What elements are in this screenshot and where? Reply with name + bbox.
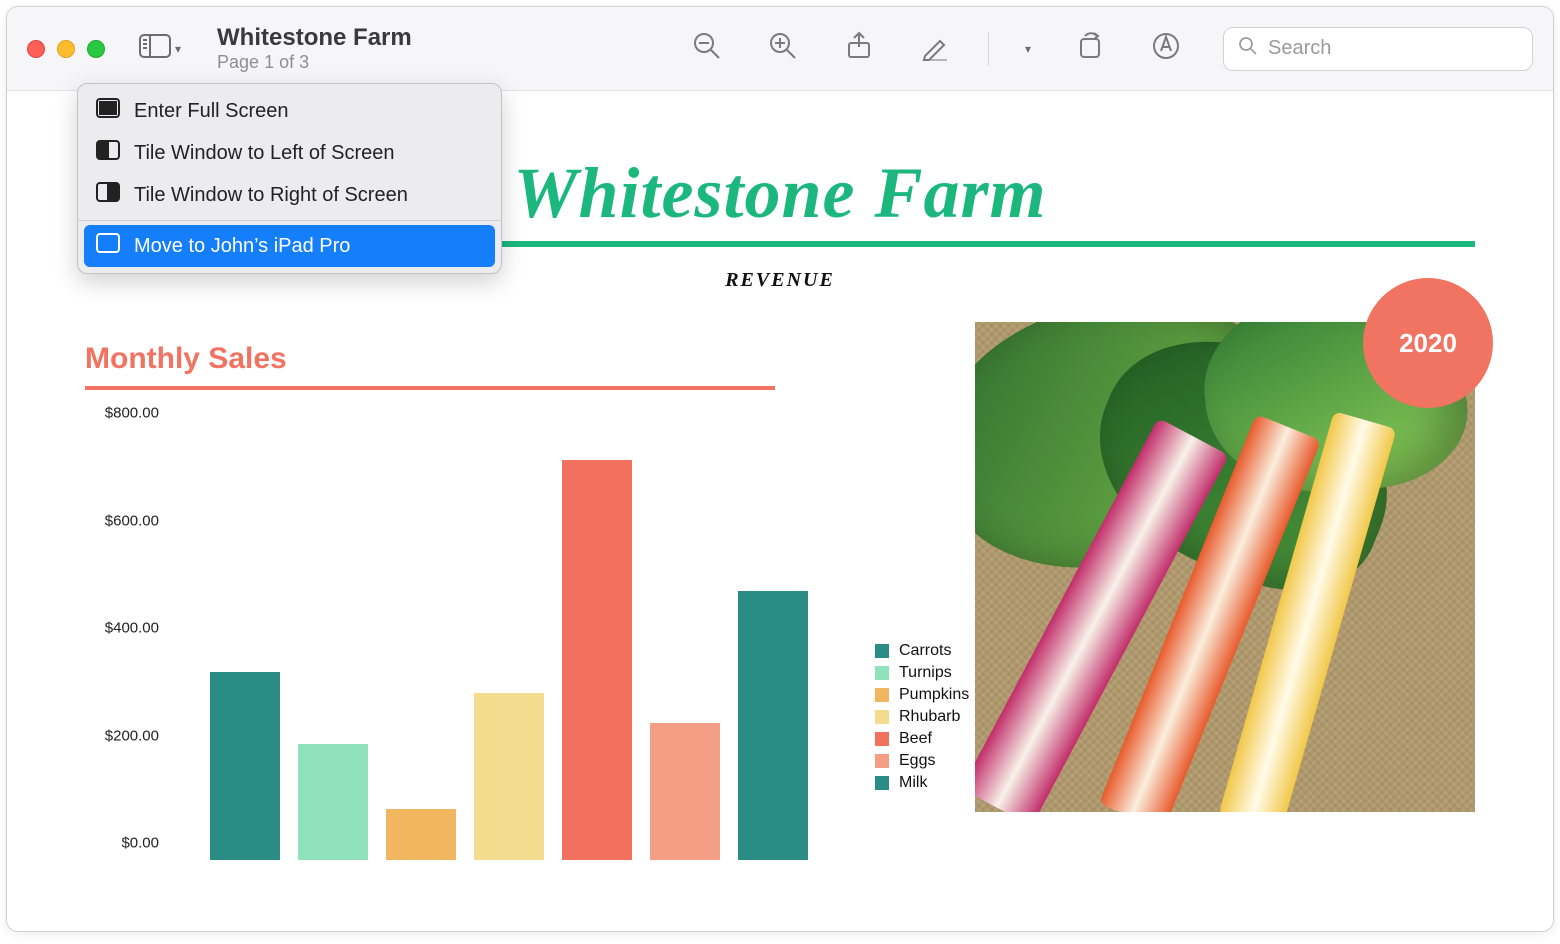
legend-label: Carrots bbox=[899, 642, 951, 660]
toolbar-divider bbox=[988, 32, 989, 66]
tile-left-icon bbox=[96, 140, 120, 166]
bar-carrots bbox=[210, 672, 280, 860]
bar-milk bbox=[738, 591, 808, 860]
y-tick: $0.00 bbox=[121, 835, 159, 852]
y-tick: $800.00 bbox=[105, 405, 159, 422]
photo-block: 2020 bbox=[975, 322, 1475, 812]
markup-button[interactable] bbox=[906, 27, 964, 71]
legend-label: Turnips bbox=[899, 664, 952, 682]
share-button[interactable] bbox=[830, 27, 888, 71]
legend-label: Eggs bbox=[899, 752, 935, 770]
year-badge: 2020 bbox=[1363, 278, 1493, 408]
titlebar: ▾ Whitestone Farm Page 1 of 3 bbox=[7, 7, 1553, 91]
legend-label: Rhubarb bbox=[899, 708, 960, 726]
legend-swatch bbox=[875, 666, 889, 680]
chart-title-rule bbox=[85, 386, 775, 390]
y-tick: $400.00 bbox=[105, 620, 159, 637]
search-input[interactable] bbox=[1268, 37, 1518, 60]
zoom-in-icon bbox=[768, 31, 798, 66]
y-tick: $600.00 bbox=[105, 512, 159, 529]
legend-item: Beef bbox=[875, 730, 969, 748]
fullscreen-window-button[interactable] bbox=[87, 40, 105, 58]
legend-item: Eggs bbox=[875, 752, 969, 770]
y-tick: $200.00 bbox=[105, 727, 159, 744]
chevron-down-icon: ▾ bbox=[1025, 42, 1031, 56]
menu-label: Tile Window to Left of Screen bbox=[134, 142, 395, 165]
bar-pumpkins bbox=[386, 809, 456, 860]
rotate-button[interactable] bbox=[1061, 27, 1119, 71]
app-window: ▾ Whitestone Farm Page 1 of 3 bbox=[6, 6, 1554, 932]
menu-separator bbox=[78, 220, 501, 221]
page-heading: Whitestone Farm bbox=[513, 152, 1046, 235]
legend-swatch bbox=[875, 710, 889, 724]
bar-chart: $0.00$200.00$400.00$600.00$800.00 bbox=[85, 410, 845, 860]
legend-swatch bbox=[875, 644, 889, 658]
bar-turnips bbox=[298, 744, 368, 860]
chart-title: Monthly Sales bbox=[85, 342, 1055, 376]
legend-swatch bbox=[875, 732, 889, 746]
legend-label: Pumpkins bbox=[899, 686, 969, 704]
document-title: Whitestone Farm bbox=[217, 24, 412, 52]
legend-label: Beef bbox=[899, 730, 932, 748]
chart-legend: Carrots Turnips Pumpkins Rhubarb Beef Eggs Mil… bbox=[875, 642, 969, 796]
menu-tile-right[interactable]: Tile Window to Right of Screen bbox=[78, 174, 501, 216]
menu-enter-fullscreen[interactable]: Enter Full Screen bbox=[78, 90, 501, 132]
menu-move-to-ipad[interactable]: Move to John’s iPad Pro bbox=[84, 225, 495, 267]
tile-right-icon bbox=[96, 182, 120, 208]
share-icon bbox=[844, 31, 874, 66]
fullscreen-rect-icon bbox=[96, 98, 120, 124]
window-view-menu: Enter Full Screen Tile Window to Left of… bbox=[77, 83, 502, 274]
window-controls bbox=[27, 40, 105, 58]
bar-rhubarb bbox=[474, 693, 544, 860]
pencil-icon bbox=[920, 31, 950, 66]
menu-label: Tile Window to Right of Screen bbox=[134, 184, 408, 207]
chevron-down-icon: ▾ bbox=[175, 42, 181, 56]
legend-swatch bbox=[875, 688, 889, 702]
search-field[interactable] bbox=[1223, 27, 1533, 71]
zoom-out-icon bbox=[692, 31, 722, 66]
highlight-button[interactable] bbox=[1137, 27, 1195, 71]
legend-item: Pumpkins bbox=[875, 686, 969, 704]
highlighter-icon bbox=[1151, 31, 1181, 66]
sidebar-icon bbox=[139, 34, 171, 63]
close-window-button[interactable] bbox=[27, 40, 45, 58]
rotate-icon bbox=[1075, 31, 1105, 66]
bar-beef bbox=[562, 460, 632, 860]
legend-item: Rhubarb bbox=[875, 708, 969, 726]
document-title-block: Whitestone Farm Page 1 of 3 bbox=[217, 24, 412, 73]
page-indicator: Page 1 of 3 bbox=[217, 52, 412, 73]
legend-item: Milk bbox=[875, 774, 969, 792]
legend-swatch bbox=[875, 776, 889, 790]
legend-swatch bbox=[875, 754, 889, 768]
view-menu-button[interactable]: ▾ bbox=[131, 28, 189, 69]
markup-more-button[interactable]: ▾ bbox=[1013, 27, 1043, 71]
menu-label: Enter Full Screen bbox=[134, 100, 289, 123]
legend-item: Carrots bbox=[875, 642, 969, 660]
legend-item: Turnips bbox=[875, 664, 969, 682]
minimize-window-button[interactable] bbox=[57, 40, 75, 58]
menu-tile-left[interactable]: Tile Window to Left of Screen bbox=[78, 132, 501, 174]
zoom-in-button[interactable] bbox=[754, 27, 812, 71]
legend-label: Milk bbox=[899, 774, 927, 792]
bar-eggs bbox=[650, 723, 720, 860]
menu-label: Move to John’s iPad Pro bbox=[134, 235, 350, 258]
ipad-icon bbox=[96, 233, 120, 259]
chart-container: Monthly Sales $0.00 $200.00 $400.00 $600.00… bbox=[85, 342, 1055, 860]
search-icon bbox=[1238, 36, 1258, 61]
zoom-out-button[interactable] bbox=[678, 27, 736, 71]
